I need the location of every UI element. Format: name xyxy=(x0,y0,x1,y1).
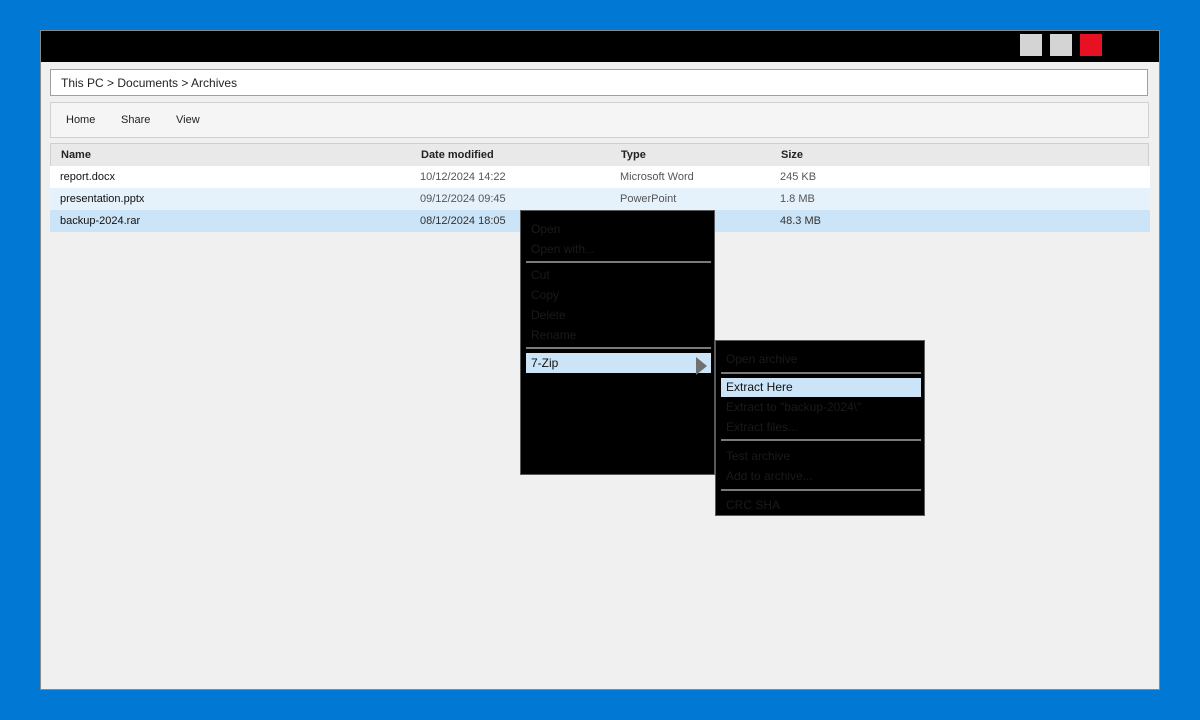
column-header-name[interactable]: Name xyxy=(61,144,91,166)
menu-item-cut[interactable]: Cut xyxy=(531,267,550,283)
menu-item-open-with[interactable]: Open with... xyxy=(531,241,595,257)
file-date: 10/12/2024 14:22 xyxy=(420,171,506,183)
ribbon-tab-home[interactable]: Home xyxy=(66,103,95,137)
menu-separator xyxy=(526,347,711,349)
file-size: 48.3 MB xyxy=(780,215,821,227)
column-header-size[interactable]: Size xyxy=(781,144,803,166)
7zip-submenu: Open archive Extract Here Extract to "ba… xyxy=(715,340,925,516)
menu-item-open[interactable]: Open xyxy=(531,221,560,237)
submenu-item-extract-here-label: Extract Here xyxy=(726,380,793,394)
menu-item-7zip[interactable]: 7-Zip xyxy=(526,353,711,375)
file-row-presentation[interactable]: presentation.pptx 09/12/2024 09:45 Power… xyxy=(50,188,1150,210)
submenu-item-test-archive[interactable]: Test archive xyxy=(726,448,790,464)
file-size: 245 KB xyxy=(780,171,817,183)
submenu-item-add-to-archive[interactable]: Add to archive... xyxy=(726,468,813,484)
menu-separator xyxy=(721,439,921,441)
ribbon-tab-view[interactable]: View xyxy=(176,103,200,137)
menu-item-delete[interactable]: Delete xyxy=(531,307,566,323)
file-type: Microsoft Word xyxy=(620,171,694,183)
submenu-item-open-archive[interactable]: Open archive xyxy=(726,351,797,367)
submenu-item-extract-files[interactable]: Extract files... xyxy=(726,419,798,435)
column-header-date[interactable]: Date modified xyxy=(421,144,494,166)
file-date: 09/12/2024 09:45 xyxy=(420,193,506,205)
submenu-item-extract-to[interactable]: Extract to "backup-2024\" xyxy=(726,399,861,415)
submenu-arrow-icon xyxy=(696,357,707,375)
ribbon: Home Share View xyxy=(50,102,1149,138)
menu-item-rename[interactable]: Rename xyxy=(531,327,576,343)
column-header-type[interactable]: Type xyxy=(621,144,646,166)
ribbon-tab-share[interactable]: Share xyxy=(121,103,150,137)
file-name: report.docx xyxy=(60,171,116,183)
menu-item-copy[interactable]: Copy xyxy=(531,287,559,303)
menu-separator xyxy=(526,261,711,263)
breadcrumb[interactable]: This PC > Documents > Archives xyxy=(61,70,237,97)
file-size: 1.8 MB xyxy=(780,193,815,205)
submenu-item-crc-sha[interactable]: CRC SHA xyxy=(726,497,780,513)
file-list-header: Name Date modified Type Size xyxy=(50,143,1149,167)
file-name: presentation.pptx xyxy=(60,193,145,205)
context-menu: Open Open with... Cut Copy Delete Rename… xyxy=(520,210,715,475)
minimize-button[interactable] xyxy=(1020,34,1042,56)
address-bar[interactable]: This PC > Documents > Archives xyxy=(50,69,1148,96)
file-row-report[interactable]: report.docx 10/12/2024 14:22 Microsoft W… xyxy=(50,166,1150,188)
maximize-button[interactable] xyxy=(1050,34,1072,56)
file-type: PowerPoint xyxy=(620,193,677,205)
file-name: backup-2024.rar xyxy=(60,215,141,227)
menu-separator xyxy=(721,372,921,374)
menu-separator xyxy=(721,489,921,491)
title-bar[interactable] xyxy=(41,31,1159,62)
menu-item-7zip-label: 7-Zip xyxy=(531,356,559,370)
submenu-item-extract-here[interactable]: Extract Here xyxy=(721,378,921,397)
close-button[interactable] xyxy=(1080,34,1102,56)
file-date: 08/12/2024 18:05 xyxy=(420,215,506,227)
